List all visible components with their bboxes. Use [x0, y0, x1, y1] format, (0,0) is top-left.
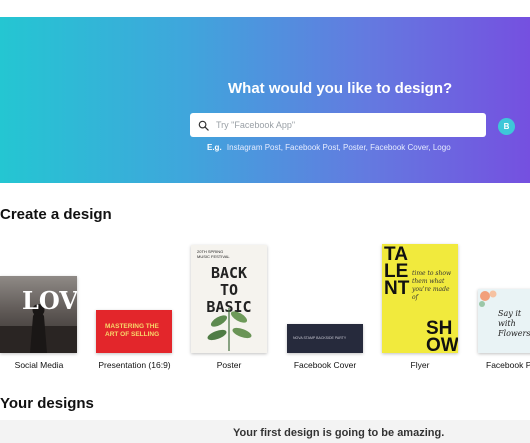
examples-lead: E.g. — [207, 143, 222, 152]
design-card-flyer[interactable]: TA LE NT time to show them what you're m… — [382, 244, 458, 353]
empty-designs-message: Your first design is going to be amazing… — [233, 427, 445, 439]
hero-title: What would you like to design? — [228, 80, 453, 97]
search-examples: E.g. Instagram Post, Facebook Post, Post… — [207, 143, 451, 152]
card-label-facebook-post[interactable]: Facebook P — [486, 360, 530, 370]
search-input[interactable] — [214, 119, 458, 131]
thumb-text: LOVE — [22, 286, 77, 315]
example-link-logo[interactable]: Logo — [433, 143, 451, 152]
card-label-poster[interactable]: Poster — [191, 360, 267, 370]
thumb-text: Say it with Flowers — [498, 309, 530, 338]
design-card-presentation[interactable]: MASTERING THE ART OF SELLING — [96, 310, 172, 353]
card-label-facebook-cover[interactable]: Facebook Cover — [283, 360, 367, 370]
flower-image — [479, 290, 497, 307]
thumb-text: MASTERING THE ART OF SELLING — [105, 323, 160, 338]
your-designs-heading: Your designs — [0, 395, 94, 412]
user-badge[interactable]: B — [498, 118, 515, 135]
design-card-poster[interactable]: 20TH SPRING MUSIC FESTIVAL BACK TO BASIC — [191, 245, 267, 353]
example-link-poster[interactable]: Poster, — [343, 143, 368, 152]
search-box[interactable] — [190, 113, 486, 137]
card-label-social-media[interactable]: Social Media — [4, 360, 74, 370]
example-link-facebook-post[interactable]: Facebook Post, — [285, 143, 341, 152]
design-card-facebook-cover[interactable]: NOVA STAMP BACKSIDE PARTY — [287, 324, 363, 353]
thumb-bottom-text: SH OW — [426, 318, 458, 353]
design-card-facebook-post[interactable]: Say it with Flowers — [478, 289, 530, 353]
thumb-text: NOVA STAMP BACKSIDE PARTY — [293, 336, 347, 340]
design-card-social-media[interactable]: LOVE — [0, 276, 77, 353]
search-icon — [198, 120, 209, 131]
thumb-small-text: 20TH SPRING MUSIC FESTIVAL — [197, 249, 230, 259]
example-link-facebook-cover[interactable]: Facebook Cover, — [370, 143, 430, 152]
leaf-image — [207, 308, 252, 351]
card-label-presentation[interactable]: Presentation (16:9) — [92, 360, 177, 370]
thumb-mid-text: time to show them what you're made of — [412, 270, 452, 301]
hero-banner: What would you like to design? B E.g. In… — [0, 17, 530, 183]
card-label-flyer[interactable]: Flyer — [382, 360, 458, 370]
create-design-heading: Create a design — [0, 206, 112, 223]
example-link-instagram-post[interactable]: Instagram Post, — [227, 143, 283, 152]
